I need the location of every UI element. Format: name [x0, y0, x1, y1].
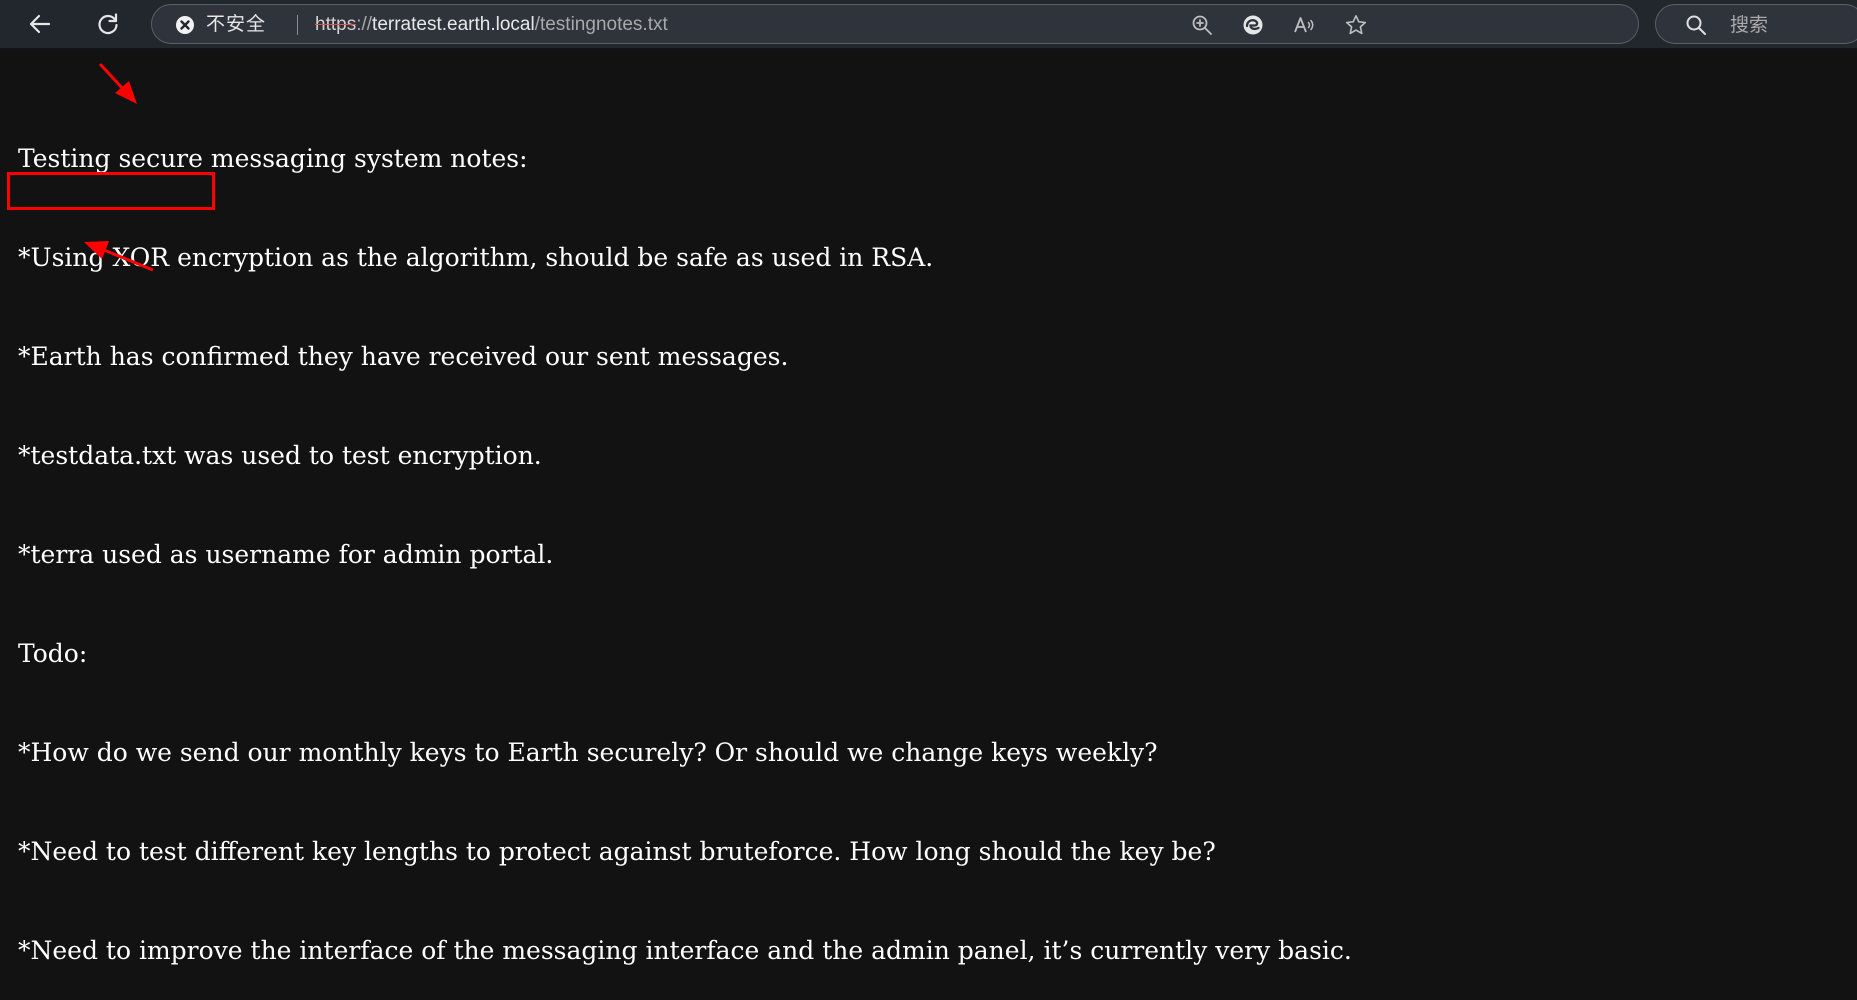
document-line: *testdata.txt was used to test encryptio… [18, 441, 542, 470]
back-button[interactable] [22, 6, 58, 42]
read-aloud-icon[interactable] [1292, 13, 1316, 37]
document-line: *Earth has confirmed they have received … [18, 342, 789, 371]
refresh-icon [98, 13, 118, 35]
document-line: *Using XOR encryption as the algorithm, … [18, 243, 934, 272]
document-line: Testing secure messaging system notes: [18, 144, 528, 173]
document-line: *Need to test different key lengths to p… [18, 837, 1216, 866]
search-box[interactable] [1655, 4, 1857, 44]
address-bar[interactable]: 不安全 https://terratest.earth.local/testin… [151, 4, 1639, 44]
address-separator [297, 15, 298, 35]
back-arrow-icon [29, 14, 51, 34]
document-line: *How do we send our monthly keys to Eart… [18, 738, 1158, 767]
url-scheme-separator: :// [356, 14, 373, 35]
browser-toolbar: 不安全 https://terratest.earth.local/testin… [0, 0, 1857, 50]
zoom-in-icon[interactable] [1190, 13, 1214, 37]
search-icon [1686, 15, 1706, 35]
not-secure-label[interactable]: 不安全 [206, 15, 266, 35]
url-host: terratest.earth.local [372, 14, 535, 35]
search-input[interactable] [1728, 11, 1852, 39]
refresh-button[interactable] [90, 6, 126, 42]
url-path: /testingnotes.txt [534, 14, 668, 35]
document-line: *Need to improve the interface of the me… [18, 936, 1352, 965]
edge-browser-icon[interactable] [1241, 13, 1265, 37]
not-secure-warning-icon[interactable] [176, 16, 194, 34]
text-document: Testing secure messaging system notes: *… [18, 76, 1848, 965]
url-text[interactable]: https://terratest.earth.local/testingnot… [315, 15, 668, 35]
favorite-star-icon[interactable] [1344, 13, 1368, 37]
url-scheme: https [315, 14, 357, 35]
document-line: *terra used as username for admin portal… [18, 540, 554, 569]
document-line: Todo: [18, 639, 88, 668]
